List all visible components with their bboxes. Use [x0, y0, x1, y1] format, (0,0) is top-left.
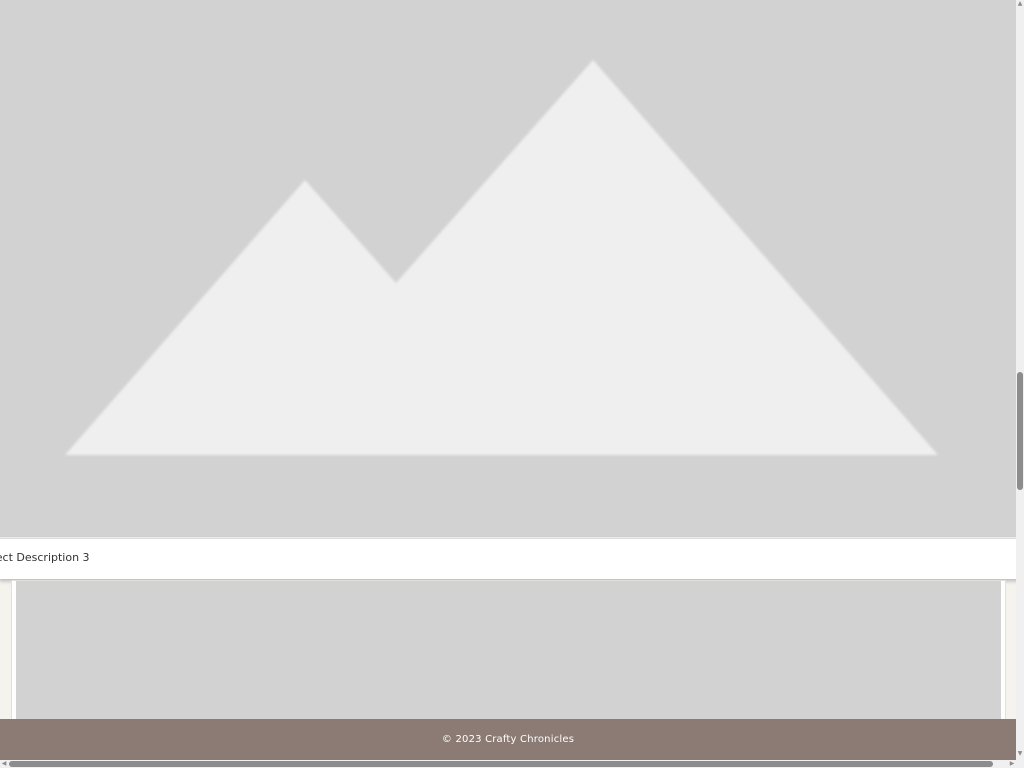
horizontal-scrollbar[interactable]: ◀ ▶ — [0, 760, 1016, 768]
project-description: oject Description 3 — [0, 551, 90, 564]
vertical-scrollbar[interactable]: ▲ ▼ — [1016, 0, 1024, 760]
scrollbar-corner — [1016, 760, 1024, 768]
chevron-right-icon[interactable]: ▶ — [1008, 760, 1016, 768]
image-placeholder-icon — [65, 60, 938, 455]
chevron-up-icon[interactable]: ▲ — [1016, 0, 1024, 8]
footer-copyright: © 2023 Crafty Chronicles — [441, 734, 575, 745]
page-viewport: oject Description 3 © 2023 Crafty Chroni… — [0, 0, 1016, 760]
chevron-left-icon[interactable]: ◀ — [0, 760, 8, 768]
project-card[interactable] — [11, 580, 1006, 742]
project-caption-bar: oject Description 3 — [0, 539, 1016, 579]
chevron-down-icon[interactable]: ▼ — [1016, 750, 1024, 758]
project-image[interactable] — [0, 0, 1016, 537]
project-card-image[interactable] — [16, 581, 1001, 741]
vertical-scroll-thumb[interactable] — [1017, 372, 1023, 490]
site-footer: © 2023 Crafty Chronicles — [0, 719, 1016, 760]
horizontal-scroll-thumb[interactable] — [9, 761, 993, 767]
